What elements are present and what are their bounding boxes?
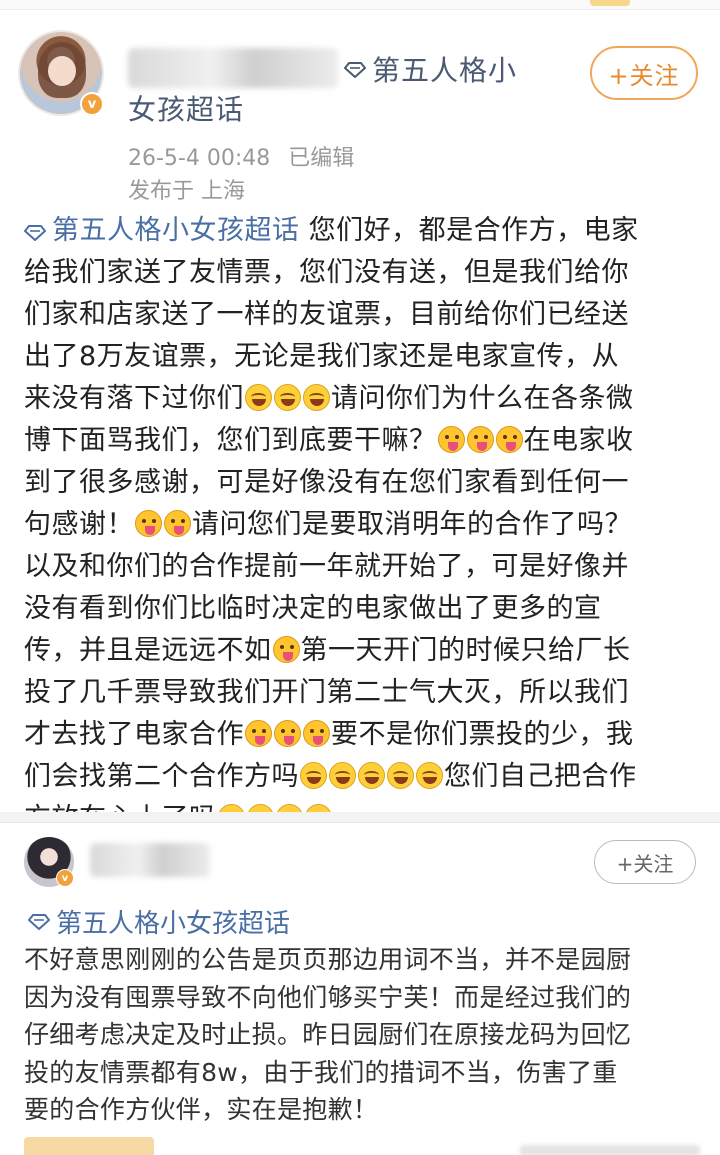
diamond-icon (344, 62, 366, 78)
body-text: 传，并且是远远不如 (24, 635, 272, 666)
tongue-out-emoji (303, 720, 330, 747)
tongue-out-emoji (274, 720, 301, 747)
body-line: 仔细考虑决定及时止损。昨日园厨们在原接龙码为回忆 (24, 1020, 632, 1049)
body-line: 到了很多感谢，可是好像没有在您们家看到任何一 (24, 467, 629, 498)
post-body: 不好意思刚刚的公告是页页那边用词不当，并不是园厨 因为没有囤票导致不向他们够买宁… (24, 941, 700, 1129)
laugh-cry-emoji (274, 384, 301, 411)
laugh-cry-emoji (329, 762, 356, 789)
body-text: 句感谢！ (24, 509, 134, 540)
author-avatar[interactable]: v (18, 30, 104, 116)
inline-supertopic-link[interactable]: 第五人格小女孩超话 (24, 215, 300, 246)
body-text: 们会找第二个合作方吗 (24, 761, 299, 792)
body-line: 们会找第二个合作方吗 您们自己把合作 (24, 756, 698, 798)
body-text: 您们自己把合作 (444, 761, 637, 792)
supertopic-link[interactable]: 第五人格小女孩超话 (28, 903, 290, 940)
follow-button[interactable]: +关注 (590, 46, 698, 100)
diamond-icon (28, 913, 50, 930)
laugh-cry-emoji (245, 384, 272, 411)
inline-supertopic-text: 第五人格小女孩超话 (52, 215, 300, 246)
tongue-out-emoji (437, 426, 465, 453)
follow-button[interactable]: +关注 (594, 840, 696, 884)
body-line: 出了8万友谊票，无论是我们家还是电家宣传，从 (24, 341, 620, 372)
body-text: 博下面骂我们，您们到底要干嘛？ (24, 425, 437, 456)
body-line: 给我们家送了友情票，您们没有送，但是我们给你 (24, 257, 629, 288)
supertopic-name: 第五人格小女孩超话 (56, 909, 291, 939)
body-line: 没有看到你们比临时决定的电家做出了更多的宣 (24, 593, 602, 624)
post-card-1: v 第五人格小 女孩超话 +关注 26-5-4 00:48 已编辑 发布于 上海 … (0, 10, 720, 834)
verified-badge-icon: v (56, 869, 74, 887)
diamond-icon (24, 225, 46, 241)
body-line: 不好意思刚刚的公告是页页那边用词不当，并不是园厨 (24, 945, 632, 974)
laugh-cry-emoji (303, 384, 330, 411)
body-text: 第一天开门的时候只给厂长 (300, 635, 631, 666)
body-line: 投了几千票导致我们开门第二士气大灭，所以我们 (24, 677, 629, 708)
edited-label[interactable]: 已编辑 (288, 146, 354, 171)
laugh-cry-emoji (358, 762, 385, 789)
body-text: 在电家收 (523, 425, 634, 456)
tongue-out-emoji (164, 510, 191, 537)
post-card-2: v +关注 第五人格小女孩超话 不好意思刚刚的公告是页页那边用词不当，并不是园厨… (0, 822, 720, 1155)
body-line: 句感谢！ 请问您们是要取消明年的合作了吗？ (24, 504, 698, 546)
body-text: 请问你们为什么在各条微 (331, 383, 634, 414)
top-edge (0, 0, 720, 10)
supertopic-link[interactable]: 第五人格小 (344, 44, 517, 94)
attached-image-preview[interactable] (24, 1137, 154, 1155)
tongue-out-emoji (245, 720, 272, 747)
tongue-out-emoji (466, 426, 494, 453)
body-line: 来没有落下过你们 请问你们为什么在各条微 (24, 378, 698, 420)
body-text: 您们好，都是合作方，电家 (299, 215, 639, 246)
body-line: 投的友情票都有8w，由于我们的措词不当，伤害了重 (24, 1057, 618, 1087)
laugh-cry-emoji (416, 762, 443, 789)
body-line: 传，并且是远远不如 第一天开门的时候只给厂长 (24, 630, 698, 672)
body-line: 以及和你们的合作提前一年就开始了，可是好像并 (24, 551, 629, 582)
author-name-blurred[interactable] (90, 843, 210, 877)
tongue-out-emoji (272, 636, 300, 663)
laugh-cry-emoji (300, 762, 327, 789)
post-body: 第五人格小女孩超话 您们好，都是合作方，电家 给我们家送了友情票，您们没有送，但… (24, 210, 698, 840)
post-location: 发布于 上海 (128, 179, 245, 204)
tongue-out-emoji (135, 510, 162, 537)
verified-badge-icon: v (80, 92, 104, 116)
supertopic-name-part1: 第五人格小 (372, 54, 518, 87)
author-avatar[interactable]: v (24, 837, 74, 887)
body-text: 要不是你们票投的少，我 (331, 719, 634, 750)
body-line: 们家和店家送了一样的友谊票，目前给你们已经送 (24, 299, 629, 330)
body-line: 第五人格小女孩超话 您们好，都是合作方，电家 (24, 210, 698, 252)
laugh-cry-emoji (387, 762, 414, 789)
watermark-blur (520, 1145, 700, 1155)
body-text: 来没有落下过你们 (24, 383, 244, 414)
supertopic-name-part2[interactable]: 女孩超话 (128, 88, 244, 128)
post-divider (0, 812, 720, 822)
body-line: 因为没有囤票导致不向他们够买宁芙！而是经过我们的 (24, 982, 632, 1012)
post-meta: 26-5-4 00:48 已编辑 (128, 140, 354, 172)
body-line: 博下面骂我们，您们到底要干嘛？ 在电家收 (24, 420, 698, 462)
body-line: 要的合作方伙伴，实在是抱歉！ (24, 1095, 379, 1124)
post-timestamp: 26-5-4 00:48 (128, 146, 271, 171)
tongue-out-emoji (495, 426, 523, 453)
avatar-face (48, 56, 76, 86)
body-text: 才去找了电家合作 (24, 719, 244, 750)
top-corner-decoration (590, 0, 630, 6)
body-text: 请问您们是要取消明年的合作了吗？ (192, 509, 632, 540)
body-line: 才去找了电家合作 要不是你们票投的少，我 (24, 714, 698, 756)
author-name-blurred[interactable] (128, 48, 338, 88)
